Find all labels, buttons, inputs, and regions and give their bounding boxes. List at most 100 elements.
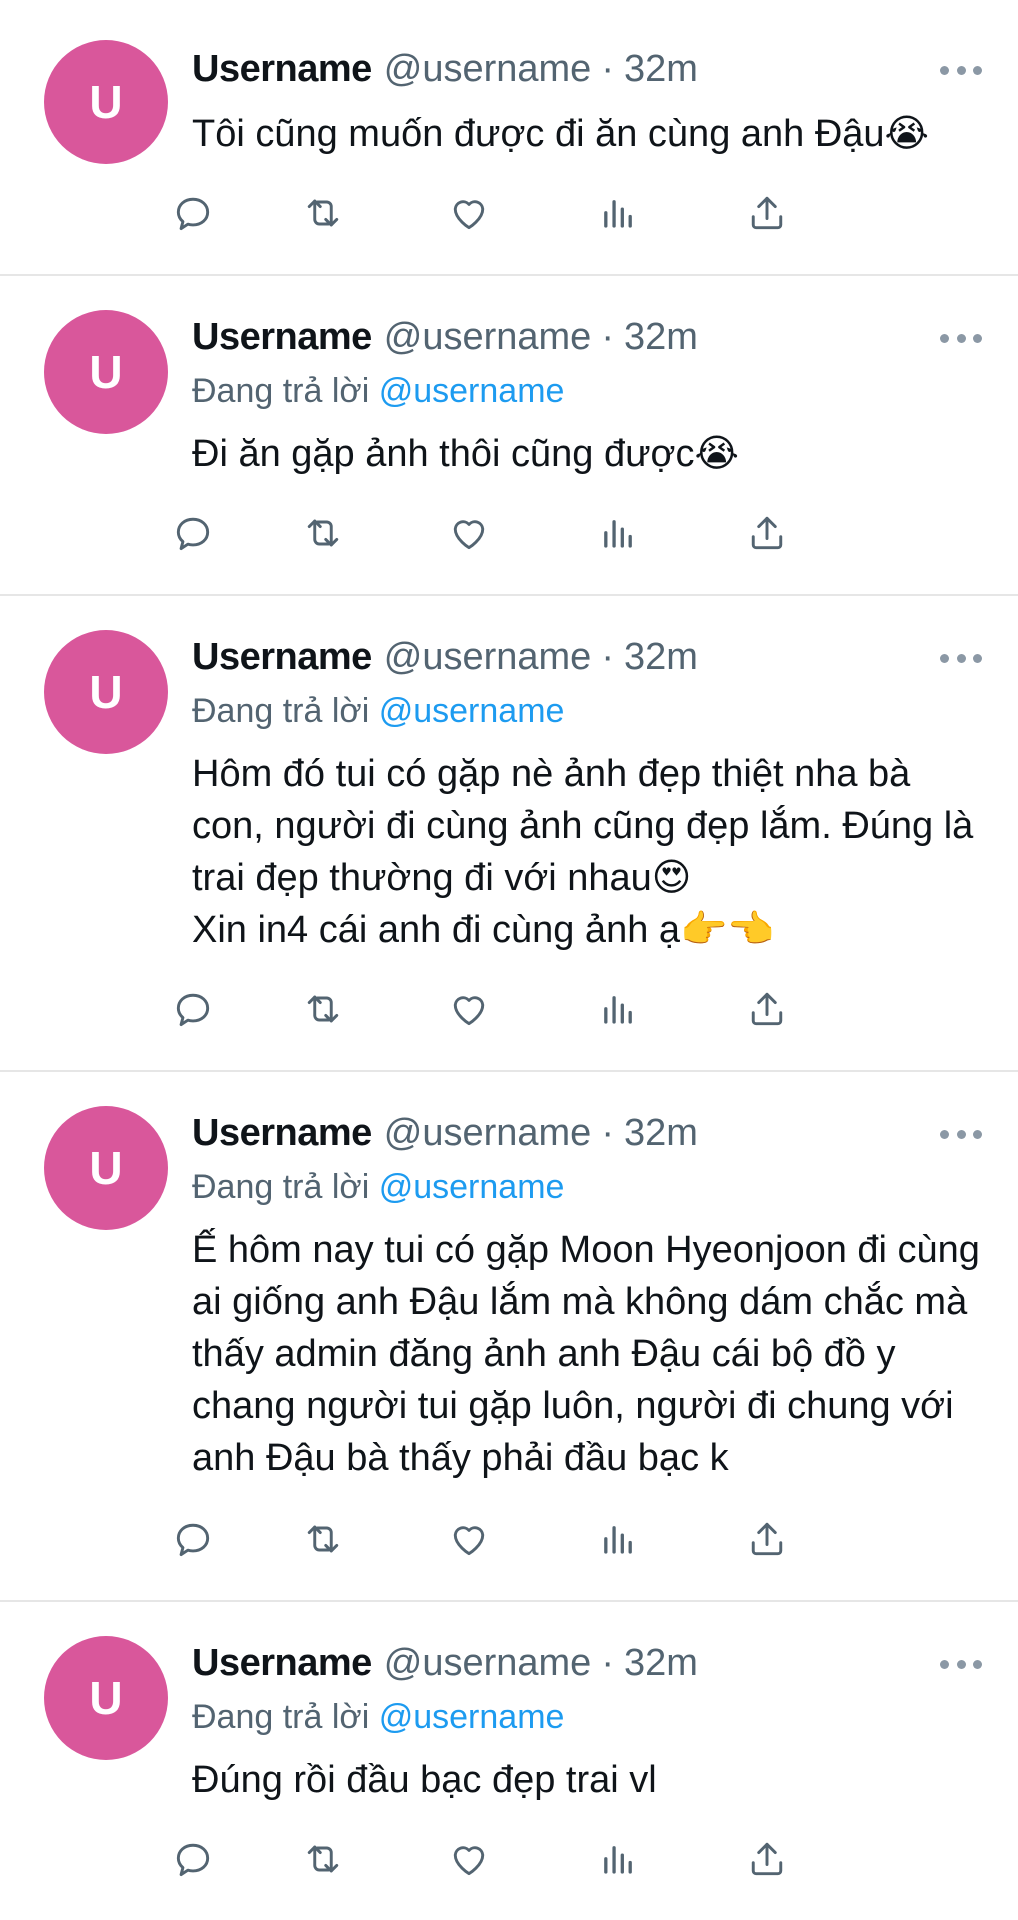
- replying-prefix: Đang trả lời: [192, 372, 370, 410]
- avatar[interactable]: U: [44, 630, 168, 754]
- reply-button[interactable]: [170, 1836, 216, 1882]
- user-handle[interactable]: @username: [384, 316, 592, 359]
- tweet[interactable]: U Username @username · 32m Đang trả lời …: [0, 596, 1018, 1070]
- like-icon: [447, 511, 491, 555]
- retweet-icon: [301, 1517, 345, 1561]
- like-button[interactable]: [446, 986, 492, 1032]
- views-button[interactable]: [594, 1516, 640, 1562]
- share-button[interactable]: [744, 1836, 790, 1882]
- avatar[interactable]: U: [44, 1106, 168, 1230]
- reply-button[interactable]: [170, 190, 216, 236]
- reply-icon: [171, 191, 215, 235]
- replying-to: Đang trả lời @username: [192, 1698, 564, 1737]
- reply-button[interactable]: [170, 510, 216, 556]
- display-name[interactable]: Username: [192, 316, 372, 359]
- share-button[interactable]: [744, 1516, 790, 1562]
- share-button[interactable]: [744, 510, 790, 556]
- share-icon: [745, 191, 789, 235]
- more-options-icon[interactable]: [940, 1128, 982, 1140]
- tweet-text: Tôi cũng muốn được đi ăn cùng anh Đậu😭: [192, 113, 929, 155]
- replying-prefix: Đang trả lời: [192, 1698, 370, 1736]
- views-button[interactable]: [594, 1836, 640, 1882]
- timestamp[interactable]: 32m: [624, 1112, 698, 1155]
- like-icon: [447, 987, 491, 1031]
- display-name[interactable]: Username: [192, 48, 372, 91]
- display-name[interactable]: Username: [192, 1112, 372, 1155]
- views-button[interactable]: [594, 986, 640, 1032]
- replying-to: Đang trả lời @username: [192, 1168, 564, 1207]
- separator: ·: [601, 315, 614, 358]
- tweet-feed: U Username @username · 32m Tôi cũng muốn…: [0, 0, 1018, 1920]
- avatar-letter: U: [89, 666, 123, 718]
- display-name[interactable]: Username: [192, 1642, 372, 1685]
- avatar[interactable]: U: [44, 40, 168, 164]
- share-button[interactable]: [744, 986, 790, 1032]
- avatar[interactable]: U: [44, 310, 168, 434]
- like-button[interactable]: [446, 510, 492, 556]
- avatar-letter: U: [89, 1672, 123, 1724]
- avatar-letter: U: [89, 346, 123, 398]
- replying-to-handle[interactable]: @username: [379, 1168, 565, 1206]
- tweet-text: Đi ăn gặp ảnh thôi cũng được😭: [192, 433, 739, 475]
- action-bar: [176, 1836, 980, 1882]
- retweet-icon: [301, 1837, 345, 1881]
- like-button[interactable]: [446, 190, 492, 236]
- separator: ·: [601, 47, 614, 90]
- reply-button[interactable]: [170, 986, 216, 1032]
- display-name[interactable]: Username: [192, 636, 372, 679]
- tweet-header: Username @username · 32m: [192, 1110, 698, 1156]
- action-bar: [176, 190, 980, 236]
- share-button[interactable]: [744, 190, 790, 236]
- more-options-icon[interactable]: [940, 1658, 982, 1670]
- replying-to: Đang trả lời @username: [192, 372, 564, 411]
- retweet-button[interactable]: [300, 190, 346, 236]
- more-options-icon[interactable]: [940, 332, 982, 344]
- timestamp[interactable]: 32m: [624, 1642, 698, 1685]
- more-options-icon[interactable]: [940, 64, 982, 76]
- views-button[interactable]: [594, 190, 640, 236]
- timestamp[interactable]: 32m: [624, 316, 698, 359]
- retweet-button[interactable]: [300, 1516, 346, 1562]
- retweet-button[interactable]: [300, 1836, 346, 1882]
- user-handle[interactable]: @username: [384, 636, 592, 679]
- more-options-icon[interactable]: [940, 652, 982, 664]
- views-button[interactable]: [594, 510, 640, 556]
- avatar[interactable]: U: [44, 1636, 168, 1760]
- retweet-button[interactable]: [300, 510, 346, 556]
- action-bar: [176, 1516, 980, 1562]
- timestamp[interactable]: 32m: [624, 636, 698, 679]
- reply-icon: [171, 987, 215, 1031]
- user-handle[interactable]: @username: [384, 48, 592, 91]
- retweet-button[interactable]: [300, 986, 346, 1032]
- reply-button[interactable]: [170, 1516, 216, 1562]
- action-bar: [176, 510, 980, 556]
- views-icon: [595, 1837, 639, 1881]
- tweet-header: Username @username · 32m: [192, 634, 698, 680]
- share-icon: [745, 1837, 789, 1881]
- tweet[interactable]: U Username @username · 32m Đang trả lời …: [0, 1072, 1018, 1600]
- replying-prefix: Đang trả lời: [192, 692, 370, 730]
- replying-to-handle[interactable]: @username: [379, 1698, 565, 1736]
- avatar-letter: U: [89, 76, 123, 128]
- tweet-header: Username @username · 32m: [192, 1640, 698, 1686]
- tweet[interactable]: U Username @username · 32m Tôi cũng muốn…: [0, 0, 1018, 274]
- replying-to-handle[interactable]: @username: [379, 372, 565, 410]
- replying-to-handle[interactable]: @username: [379, 692, 565, 730]
- tweet[interactable]: U Username @username · 32m Đang trả lời …: [0, 276, 1018, 594]
- replying-to: Đang trả lời @username: [192, 692, 564, 731]
- views-icon: [595, 987, 639, 1031]
- action-bar: [176, 986, 980, 1032]
- like-button[interactable]: [446, 1836, 492, 1882]
- tweet[interactable]: U Username @username · 32m Đang trả lời …: [0, 1602, 1018, 1920]
- views-icon: [595, 191, 639, 235]
- like-icon: [447, 191, 491, 235]
- user-handle[interactable]: @username: [384, 1112, 592, 1155]
- separator: ·: [601, 1641, 614, 1684]
- user-handle[interactable]: @username: [384, 1642, 592, 1685]
- timestamp[interactable]: 32m: [624, 48, 698, 91]
- like-icon: [447, 1517, 491, 1561]
- retweet-icon: [301, 987, 345, 1031]
- share-icon: [745, 1517, 789, 1561]
- reply-icon: [171, 1837, 215, 1881]
- like-button[interactable]: [446, 1516, 492, 1562]
